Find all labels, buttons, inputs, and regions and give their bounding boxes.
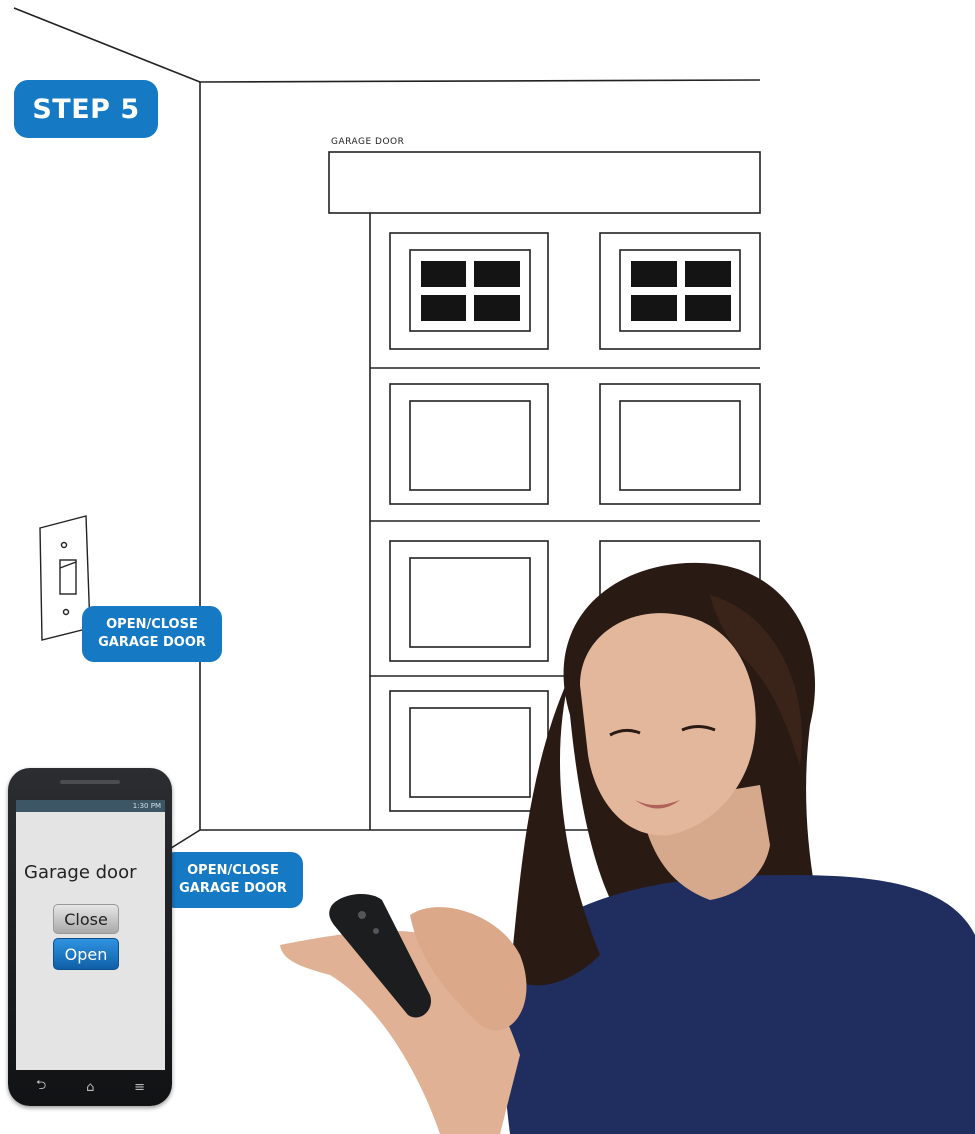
open-button[interactable]: Open xyxy=(53,938,119,970)
callout-line-1: OPEN/CLOSE xyxy=(106,617,198,632)
phone-screen: 1:30 PM Garage door Close Open xyxy=(16,800,165,1070)
app-title: Garage door xyxy=(24,862,137,883)
phone-callout: OPEN/CLOSE GARAGE DOOR xyxy=(163,852,303,908)
callout-line-1: OPEN/CLOSE xyxy=(187,863,279,878)
status-bar: 1:30 PM xyxy=(16,800,165,812)
wall-switch-callout: OPEN/CLOSE GARAGE DOOR xyxy=(82,606,222,662)
phone-nav-bar: ⮌ ⌂ ≡ xyxy=(16,1074,165,1100)
callout-line-2: GARAGE DOOR xyxy=(98,635,206,650)
menu-icon[interactable]: ≡ xyxy=(134,1080,145,1095)
callout-line-2: GARAGE DOOR xyxy=(179,881,287,896)
phone-speaker xyxy=(60,780,120,784)
back-icon[interactable]: ⮌ xyxy=(36,1076,46,1098)
woman-with-remote-photo xyxy=(280,562,975,1134)
step-badge: STEP 5 xyxy=(14,80,158,138)
close-button[interactable]: Close xyxy=(53,904,119,934)
garage-door-label: GARAGE DOOR xyxy=(331,137,405,147)
home-icon[interactable]: ⌂ xyxy=(86,1080,94,1095)
